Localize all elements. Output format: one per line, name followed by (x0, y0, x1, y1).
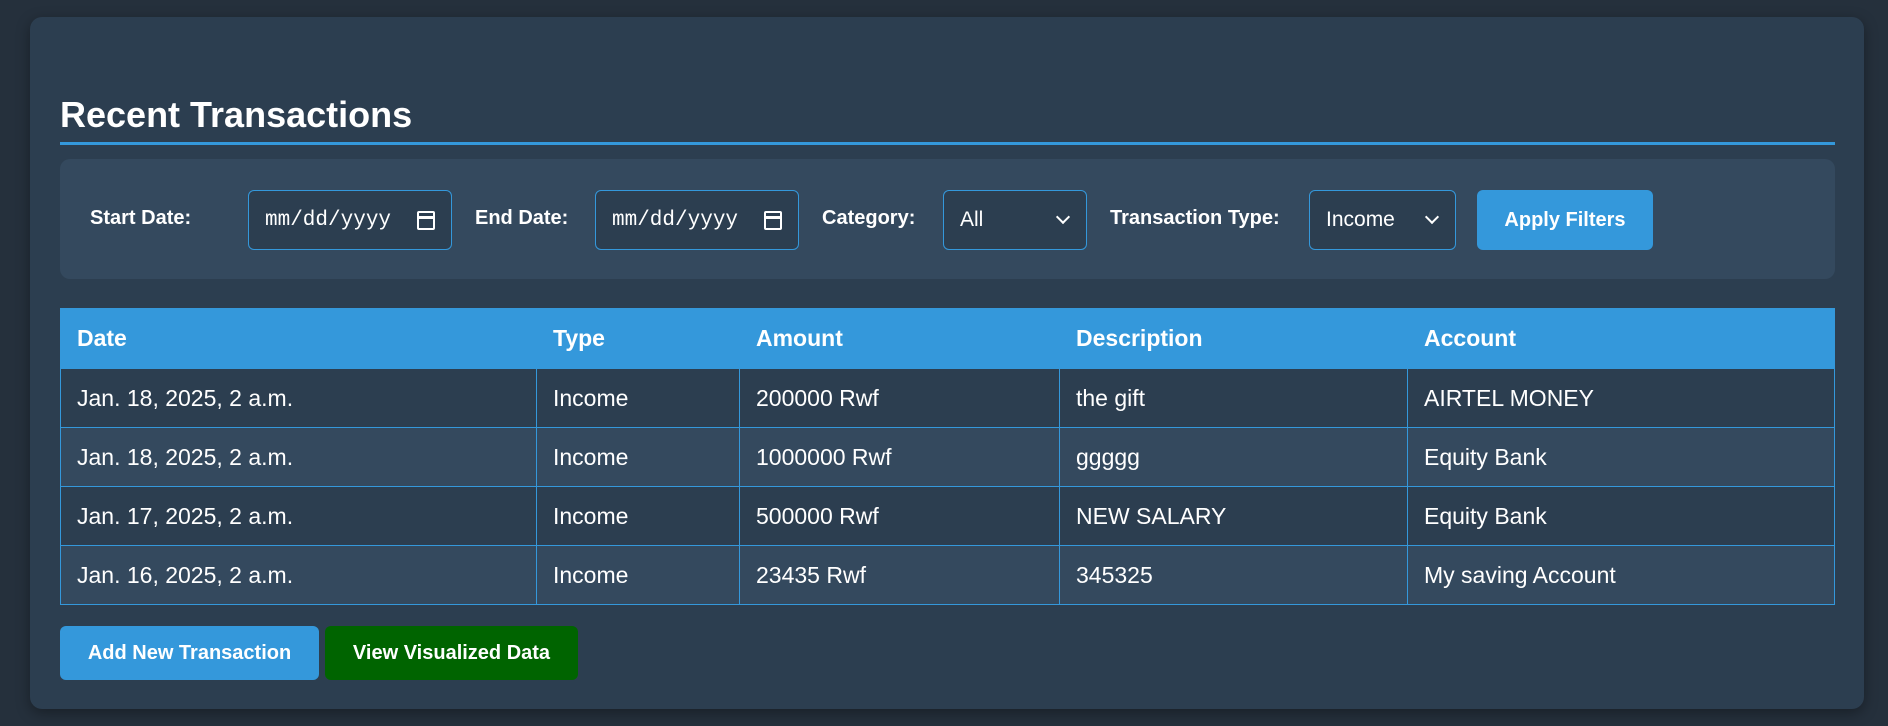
cell-description: the gift (1059, 368, 1408, 428)
start-date-label: Start Date: (90, 207, 192, 229)
column-header-description: Description (1059, 308, 1408, 369)
filter-bar: Start Date: mm/dd/yyyy End Date: mm/dd/y… (60, 159, 1835, 279)
category-selected-value: All (960, 208, 984, 231)
start-date-placeholder: mm/dd/yyyy (265, 208, 392, 232)
add-new-transaction-button[interactable]: Add New Transaction (60, 626, 319, 680)
cell-date: Jan. 18, 2025, 2 a.m. (60, 427, 537, 487)
cell-amount: 23435 Rwf (739, 545, 1060, 605)
start-date-input[interactable]: mm/dd/yyyy (248, 190, 452, 250)
end-date-placeholder: mm/dd/yyyy (612, 208, 739, 232)
cell-account: Equity Bank (1407, 427, 1835, 487)
transactions-table: Date Type Amount Description Account Jan… (60, 308, 1835, 605)
transaction-type-selected-value: Income (1326, 208, 1395, 231)
column-header-type: Type (536, 308, 740, 369)
column-header-date: Date (60, 308, 537, 369)
cell-type: Income (536, 486, 740, 546)
calendar-icon[interactable] (764, 210, 782, 230)
cell-account: My saving Account (1407, 545, 1835, 605)
cell-type: Income (536, 545, 740, 605)
category-select[interactable]: All (943, 190, 1087, 250)
transaction-type-select[interactable]: Income (1309, 190, 1456, 250)
cell-description: NEW SALARY (1059, 486, 1408, 546)
cell-amount: 500000 Rwf (739, 486, 1060, 546)
category-label: Category: (822, 207, 916, 229)
table-row: Jan. 17, 2025, 2 a.m. Income 500000 Rwf … (60, 486, 1835, 546)
title-divider (60, 142, 1835, 145)
apply-filters-button[interactable]: Apply Filters (1477, 190, 1653, 250)
cell-type: Income (536, 427, 740, 487)
table-row: Jan. 18, 2025, 2 a.m. Income 1000000 Rwf… (60, 427, 1835, 487)
cell-date: Jan. 18, 2025, 2 a.m. (60, 368, 537, 428)
end-date-label: End Date: (475, 207, 569, 229)
cell-date: Jan. 17, 2025, 2 a.m. (60, 486, 537, 546)
calendar-icon[interactable] (417, 210, 435, 230)
end-date-input[interactable]: mm/dd/yyyy (595, 190, 799, 250)
chevron-down-icon (1424, 209, 1440, 225)
cell-description: ggggg (1059, 427, 1408, 487)
cell-type: Income (536, 368, 740, 428)
table-header-row: Date Type Amount Description Account (60, 308, 1835, 369)
chevron-down-icon (1055, 209, 1071, 225)
column-header-amount: Amount (739, 308, 1060, 369)
table-row: Jan. 18, 2025, 2 a.m. Income 200000 Rwf … (60, 368, 1835, 428)
transaction-type-label: Transaction Type: (1110, 207, 1280, 229)
view-visualized-data-button[interactable]: View Visualized Data (325, 626, 578, 680)
page-title: Recent Transactions (60, 94, 413, 135)
cell-date: Jan. 16, 2025, 2 a.m. (60, 545, 537, 605)
cell-amount: 1000000 Rwf (739, 427, 1060, 487)
cell-description: 345325 (1059, 545, 1408, 605)
cell-amount: 200000 Rwf (739, 368, 1060, 428)
cell-account: AIRTEL MONEY (1407, 368, 1835, 428)
column-header-account: Account (1407, 308, 1835, 369)
table-row: Jan. 16, 2025, 2 a.m. Income 23435 Rwf 3… (60, 545, 1835, 605)
cell-account: Equity Bank (1407, 486, 1835, 546)
